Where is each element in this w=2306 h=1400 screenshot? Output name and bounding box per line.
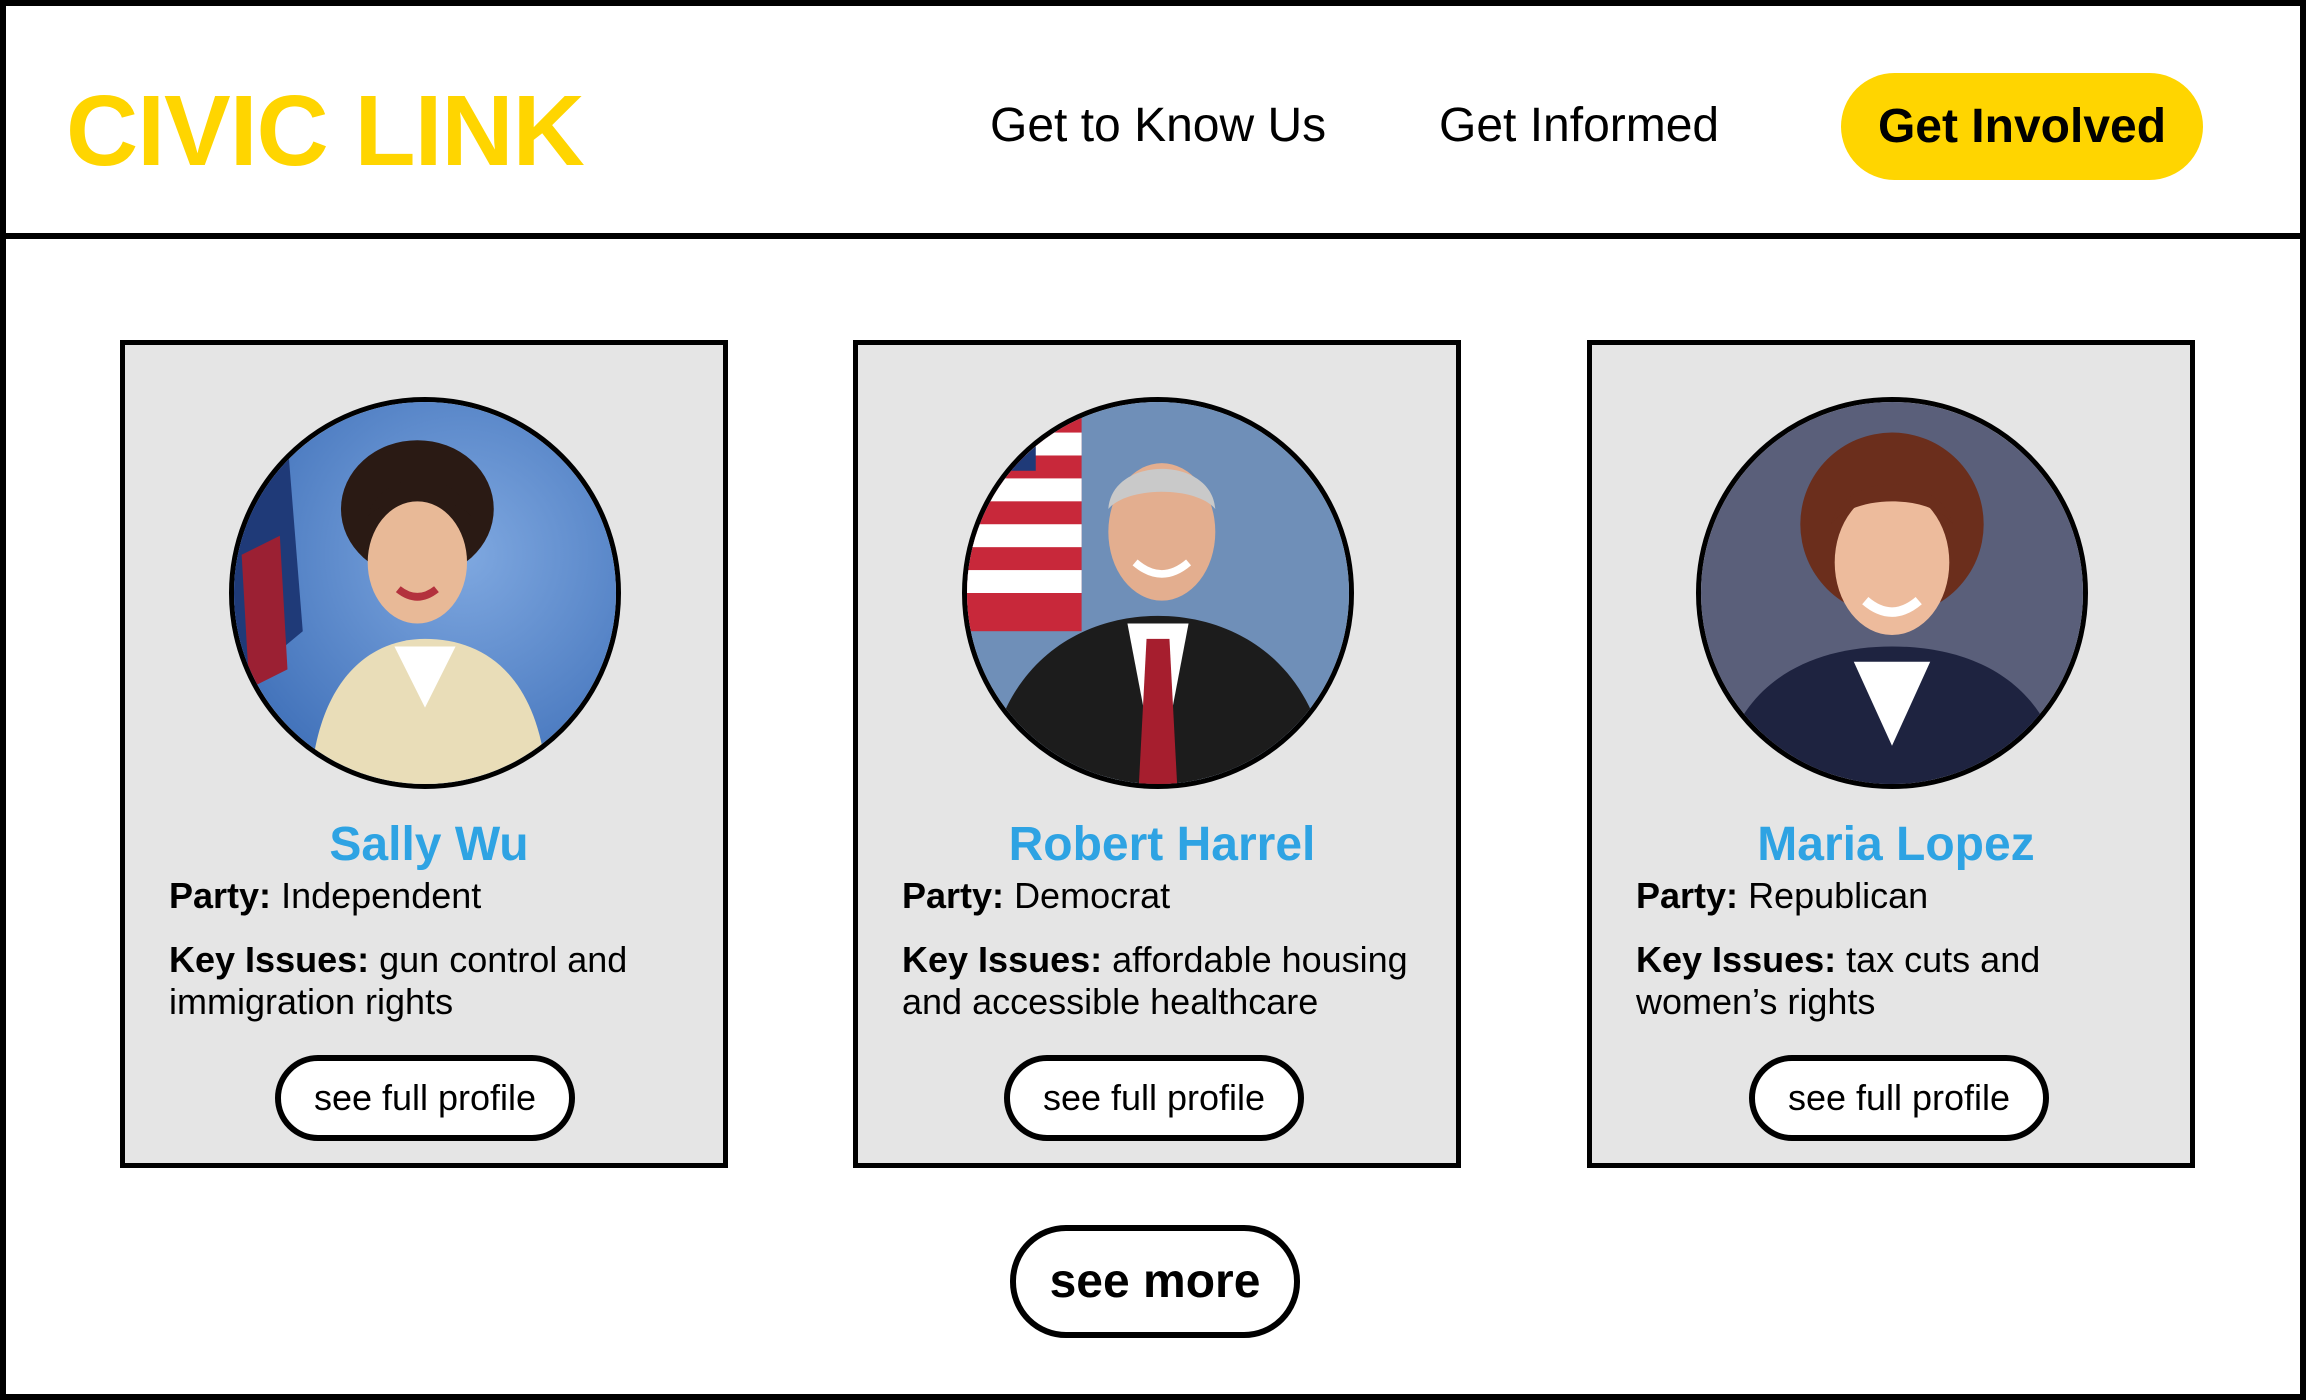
issues-line: Key Issues: affordable housing and acces… [902,939,1442,1023]
candidate-photo [962,397,1354,789]
see-full-profile-button[interactable]: see full profile [1004,1055,1304,1141]
party-value: Republican [1748,875,1929,916]
party-line: Party: Republican [1636,875,2176,917]
candidate-name[interactable]: Sally Wu [125,813,733,877]
candidate-card: Robert Harrel Party: Democrat Key Issues… [853,340,1461,1168]
issues-label: Key Issues: [902,939,1103,980]
portrait-image [967,402,1349,784]
portrait-image [1701,402,2083,784]
candidate-card: Maria Lopez Party: Republican Key Issues… [1587,340,2195,1168]
candidate-name[interactable]: Robert Harrel [858,813,1466,877]
candidate-card: Sally Wu Party: Independent Key Issues: … [120,340,728,1168]
party-label: Party: [169,875,272,916]
issues-label: Key Issues: [1636,939,1837,980]
party-line: Party: Independent [169,875,709,917]
candidate-photo [229,397,621,789]
party-label: Party: [902,875,1005,916]
candidate-name[interactable]: Maria Lopez [1592,813,2200,877]
party-label: Party: [1636,875,1739,916]
nav-get-informed[interactable]: Get Informed [1439,94,1719,158]
site-header: CIVIC LINK Get to Know Us Get Informed G… [0,0,2306,239]
issues-label: Key Issues: [169,939,370,980]
see-more-button[interactable]: see more [1010,1225,1300,1338]
logo[interactable]: CIVIC LINK [66,66,585,196]
see-full-profile-button[interactable]: see full profile [1749,1055,2049,1141]
candidate-photo [1696,397,2088,789]
party-value: Democrat [1014,875,1171,916]
party-value: Independent [281,875,482,916]
issues-line: Key Issues: tax cuts and women’s rights [1636,939,2176,1023]
nav-get-to-know-us[interactable]: Get to Know Us [990,94,1326,158]
portrait-image [234,402,616,784]
issues-line: Key Issues: gun control and immigration … [169,939,709,1023]
party-line: Party: Democrat [902,875,1442,917]
nav-get-involved-button[interactable]: Get Involved [1841,73,2203,180]
see-full-profile-button[interactable]: see full profile [275,1055,575,1141]
